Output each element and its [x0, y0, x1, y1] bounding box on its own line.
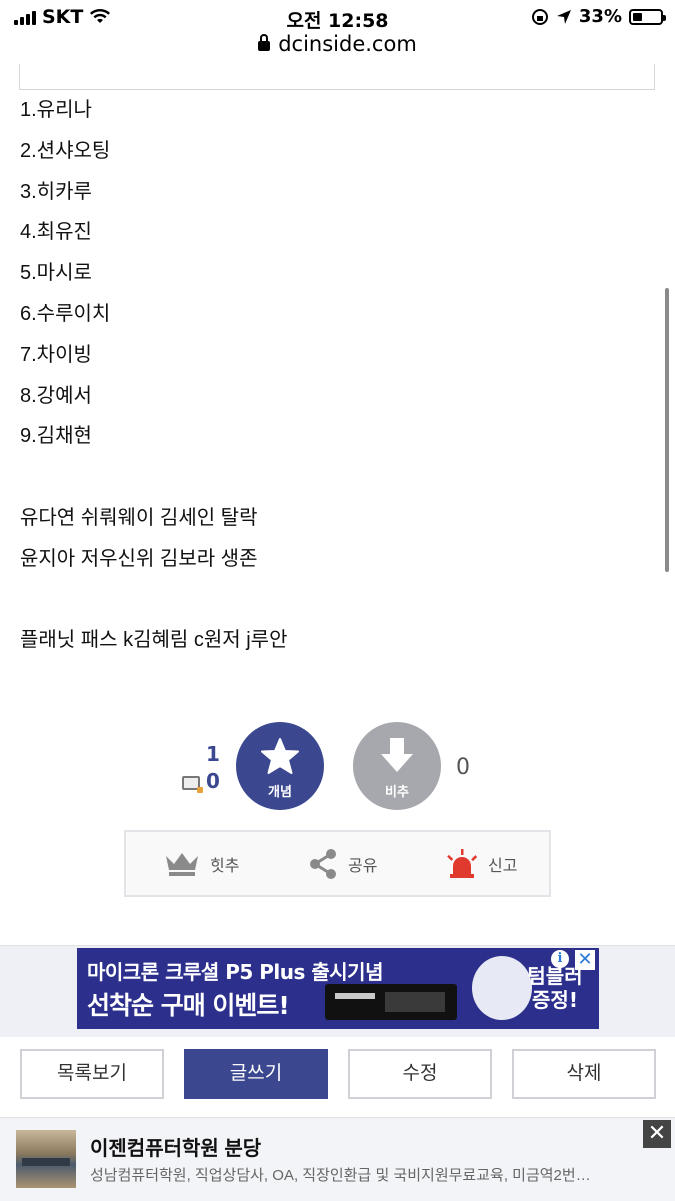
ad-thumbnail — [16, 1130, 76, 1188]
post-content: 1.유리나 2.션샤오팅 3.히카루 4.최유진 5.마시로 6.수루이치 7.… — [20, 92, 640, 663]
bottom-ad-close-icon[interactable]: ✕ — [643, 1120, 671, 1148]
bottom-ad-description: 성남컴퓨터학원, 직업상담사, OA, 직장인환급 및 국비지원무료교육, 미금… — [90, 1167, 591, 1184]
arrow-down-icon — [381, 738, 413, 772]
post-line: 플래닛 패스 k김혜림 c원저 j루안 — [20, 629, 288, 652]
star-icon — [261, 738, 299, 774]
battery-icon — [629, 8, 666, 25]
post-line: 5.마시로 — [20, 262, 92, 285]
post-line: 4.최유진 — [20, 221, 92, 244]
upvote-button[interactable]: 개념 — [236, 722, 324, 810]
ad-banner[interactable]: 마이크론 크루셜 P5 Plus 출시기념 선착순 구매 이벤트! 텀블러 증정… — [77, 948, 599, 1029]
post-line: 3.히카루 — [20, 180, 92, 203]
post-line: 1.유리나 — [20, 99, 92, 121]
url-text: dcinside.com — [278, 32, 417, 56]
downvote-button[interactable]: 비추 — [353, 722, 441, 810]
status-bar: SKT 오전 12:58 33% — [0, 0, 675, 34]
post-line: 9.김채현 — [20, 425, 92, 448]
ad-subheadline: 선착순 구매 이벤트! — [87, 991, 290, 1020]
upvote-count: 1 — [206, 742, 220, 766]
post-line: 7.차이빙 — [20, 343, 92, 366]
downvote-label: 비추 — [385, 785, 409, 800]
bottom-ad[interactable]: 이젠컴퓨터학원 분당 성남컴퓨터학원, 직업상담사, OA, 직장인환급 및 국… — [0, 1117, 675, 1201]
status-right: 33% — [531, 6, 666, 27]
location-icon — [556, 9, 571, 24]
ad-info-icon[interactable]: i — [551, 950, 569, 968]
post-line: 2.션샤오팅 — [20, 139, 111, 162]
hit-recommend-button[interactable]: 힛추 — [164, 846, 239, 882]
report-label: 신고 — [488, 856, 518, 875]
bottom-ad-title: 이젠컴퓨터학원 분당 — [90, 1138, 262, 1160]
top-box — [19, 64, 655, 90]
write-button[interactable]: 글쓰기 — [184, 1049, 328, 1099]
ad-side-text: 텀블러 증정! — [527, 964, 583, 1012]
share-icon — [310, 849, 336, 879]
post-line: 윤지아 저우신위 김보라 생존 — [20, 547, 258, 570]
share-label: 공유 — [348, 856, 378, 875]
post-line: 6.수루이치 — [20, 302, 111, 325]
post-line: 8.강예서 — [20, 384, 92, 407]
post-line — [20, 582, 640, 623]
upvote-label: 개념 — [268, 785, 292, 800]
ssd-image — [325, 984, 457, 1020]
share-button[interactable]: 공유 — [308, 846, 377, 882]
list-button[interactable]: 목록보기 — [20, 1049, 164, 1099]
ad-close-icon[interactable]: ✕ — [575, 950, 595, 970]
crown-icon — [166, 853, 198, 876]
delete-button[interactable]: 삭제 — [512, 1049, 656, 1099]
rotation-lock-icon — [531, 8, 548, 25]
edit-button[interactable]: 수정 — [348, 1049, 492, 1099]
report-button[interactable]: 신고 — [446, 846, 517, 882]
downvote-count: 0 — [456, 755, 470, 780]
lock-icon — [258, 34, 271, 51]
fixed-upvote-count: 0 — [206, 769, 220, 793]
post-line: 유다연 쉬뤄웨이 김세인 탈락 — [20, 506, 258, 529]
siren-icon — [447, 849, 478, 878]
action-bar: 힛추 공유 신고 — [124, 830, 551, 897]
hit-label: 힛추 — [210, 856, 240, 875]
fixed-user-icon — [182, 776, 203, 793]
battery-percent: 33% — [578, 6, 622, 27]
scrollbar[interactable] — [665, 288, 669, 572]
post-line — [20, 459, 640, 500]
ad-headline: 마이크론 크루셜 P5 Plus 출시기념 — [87, 960, 383, 984]
url-bar[interactable]: dcinside.com — [0, 32, 675, 62]
